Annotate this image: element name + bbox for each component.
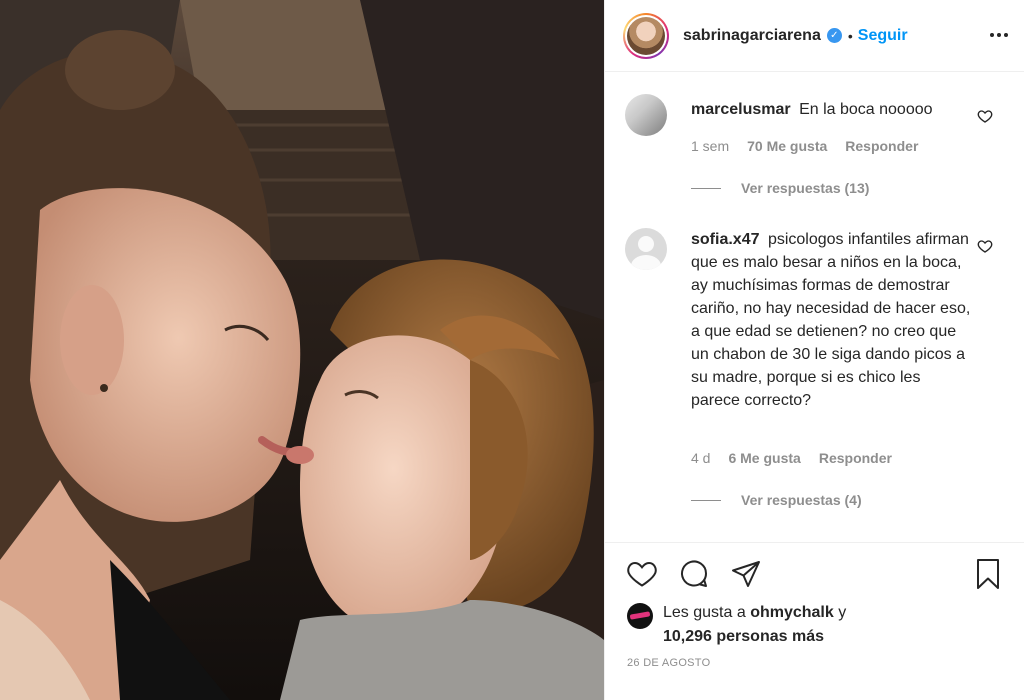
commenter-avatar[interactable] (625, 94, 667, 136)
replies-divider (691, 499, 721, 501)
comment-heart-icon[interactable] (977, 238, 993, 254)
comment-likes[interactable]: 6 Me gusta (728, 450, 800, 466)
photo-illustration (0, 0, 604, 700)
likes-summary: Les gusta a ohmychalk y 10,296 personas … (627, 601, 846, 649)
comment-icon[interactable] (677, 557, 711, 591)
comment-time[interactable]: 1 sem (691, 138, 729, 154)
author-username[interactable]: sabrinagarciarena (683, 27, 821, 45)
likes-connector: y (838, 604, 847, 621)
likes-count[interactable]: 10,296 personas más (663, 628, 824, 645)
follow-button[interactable]: Seguir (858, 27, 908, 45)
comment-likes[interactable]: 70 Me gusta (747, 138, 827, 154)
author-avatar[interactable] (623, 12, 669, 59)
commenter-username[interactable]: sofia.x47 (691, 231, 759, 248)
commenter-avatar[interactable] (625, 228, 667, 270)
paper-plane-icon[interactable] (729, 557, 763, 591)
liker-username[interactable]: ohmychalk (750, 604, 834, 621)
post-header: sabrinagarciarena ✓ • Seguir (605, 0, 1024, 72)
instagram-post: sabrinagarciarena ✓ • Seguir marcelusmar… (0, 0, 1024, 700)
view-replies-label: Ver respuestas (4) (741, 492, 862, 508)
verified-badge-icon: ✓ (826, 28, 842, 43)
comment-text-block: sofia.x47 psicologos infantiles afirman … (691, 228, 971, 412)
post-date[interactable]: 26 DE AGOSTO (627, 657, 710, 669)
reply-button[interactable]: Responder (819, 450, 892, 466)
header-separator: • (847, 27, 853, 44)
post-actions: Les gusta a ohmychalk y 10,296 personas … (605, 542, 1024, 700)
likes-text: Les gusta a ohmychalk y 10,296 personas … (663, 601, 846, 649)
comment-text-block: marcelusmar En la boca nooooo (691, 98, 971, 121)
comment-meta: 4 d 6 Me gusta Responder (691, 450, 892, 466)
view-replies-button[interactable]: Ver respuestas (4) (691, 492, 862, 508)
view-replies-button[interactable]: Ver respuestas (13) (691, 180, 869, 196)
post-side-panel: sabrinagarciarena ✓ • Seguir marcelusmar… (604, 0, 1024, 700)
heart-icon[interactable] (625, 557, 659, 591)
reply-button[interactable]: Responder (845, 138, 918, 154)
more-options-icon[interactable] (987, 23, 1011, 47)
bookmark-icon[interactable] (971, 557, 1005, 591)
liker-avatar[interactable] (627, 603, 653, 629)
comment-text: En la boca nooooo (799, 101, 933, 118)
comment-text: psicologos infantiles afirman que es mal… (691, 231, 971, 409)
comment-meta: 1 sem 70 Me gusta Responder (691, 138, 918, 154)
view-replies-label: Ver respuestas (13) (741, 180, 870, 196)
comment-time[interactable]: 4 d (691, 450, 710, 466)
likes-prefix: Les gusta a (663, 604, 746, 621)
comment-heart-icon[interactable] (977, 108, 993, 124)
replies-divider (691, 187, 721, 189)
comments-list: marcelusmar En la boca nooooo 1 sem 70 M… (605, 72, 1024, 542)
commenter-username[interactable]: marcelusmar (691, 101, 791, 118)
post-photo[interactable] (0, 0, 604, 700)
